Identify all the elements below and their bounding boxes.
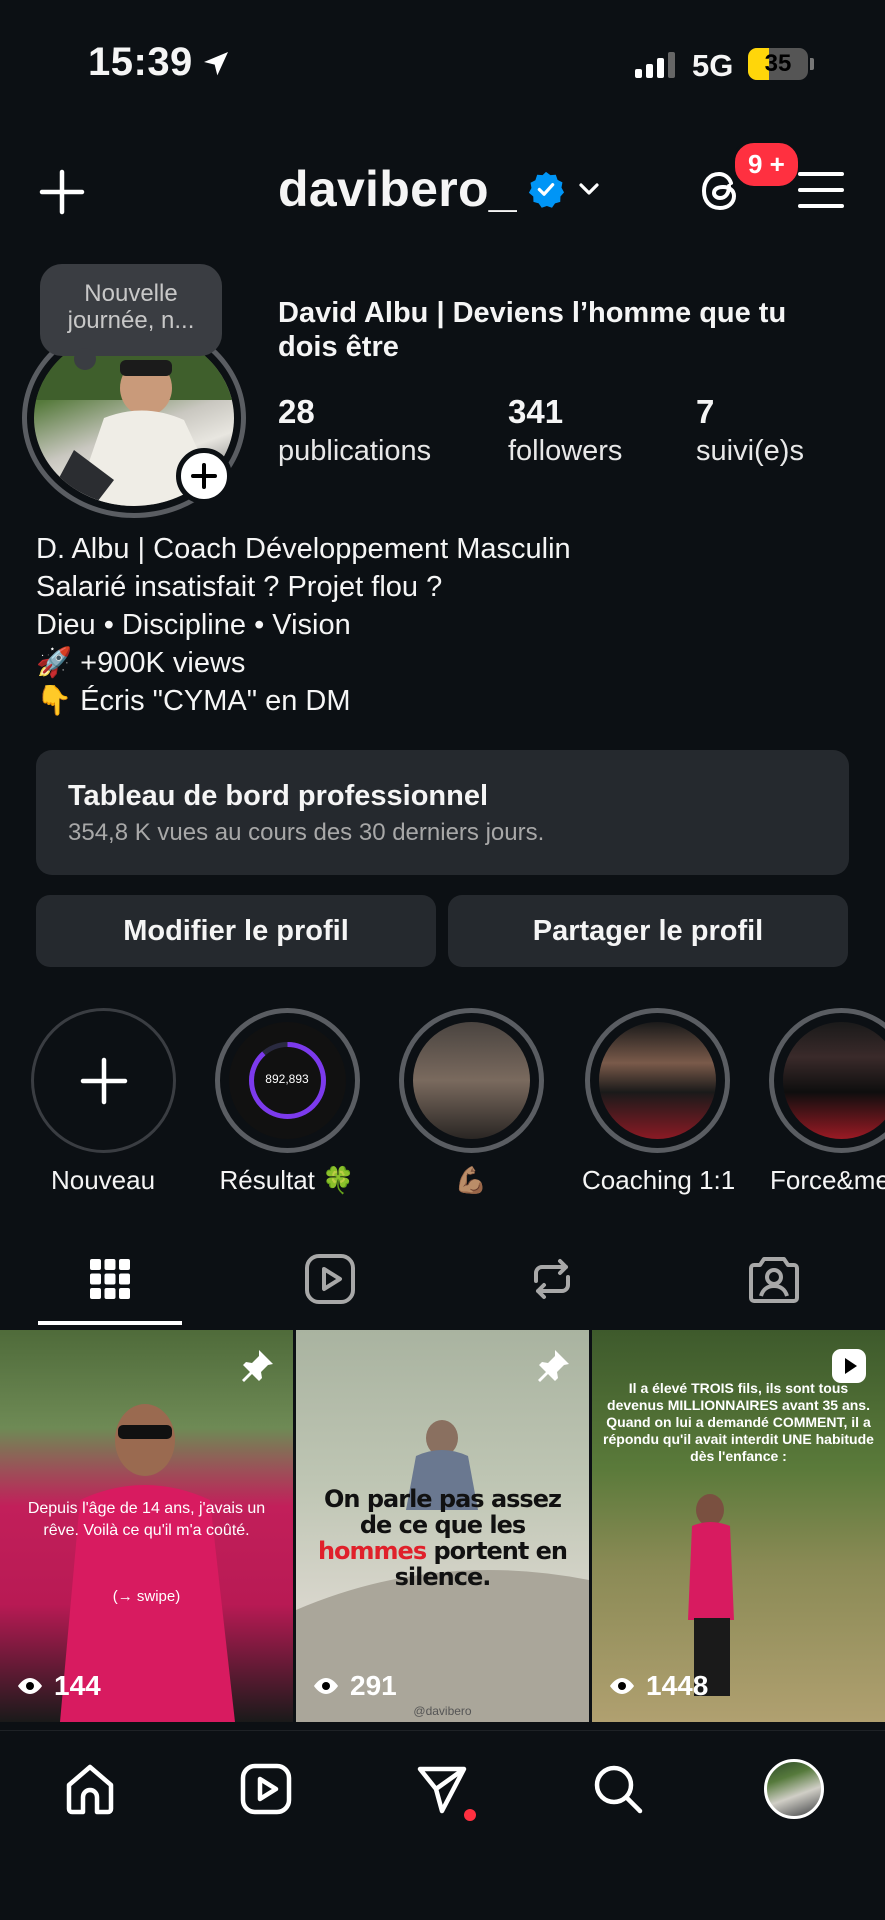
caption-highlight: hommes — [317, 1537, 427, 1565]
highlight-circle — [768, 1008, 885, 1153]
bio-line: 👇 Écris "CYMA" en DM — [36, 685, 351, 717]
views-eye-icon — [18, 1678, 42, 1694]
post-caption: On parle pas assez de ce que les hommes … — [306, 1486, 579, 1590]
highlight-cover — [782, 1022, 885, 1139]
home-icon[interactable] — [62, 1761, 118, 1817]
battery-level: 35 — [764, 50, 792, 77]
highlight-label: Résultat 🍀 — [219, 1165, 355, 1195]
plus-icon — [80, 1057, 127, 1105]
add-story-button[interactable] — [176, 448, 232, 504]
post-views: 291 — [312, 1670, 397, 1702]
caption-part: On parle pas assez de ce que les — [324, 1485, 562, 1539]
bio-line: 🚀 +900K views — [36, 647, 246, 679]
grid-tab-icon[interactable] — [82, 1251, 138, 1307]
dashboard-subtitle: 354,8 K vues au cours des 30 derniers jo… — [68, 819, 545, 846]
reposts-tab-icon[interactable] — [524, 1251, 580, 1307]
plus-icon — [191, 463, 217, 489]
highlight-label: Coaching 1:1 — [582, 1165, 736, 1195]
bio-line: D. Albu | Coach Développement Masculin — [36, 533, 571, 565]
highlight-circle — [398, 1008, 544, 1153]
stat-followers[interactable]: 341 followers — [508, 393, 622, 468]
post-caption-sub: (→ swipe) — [112, 1588, 181, 1605]
battery-icon: 35 — [748, 48, 808, 80]
profile-header: davibero_ 9 + — [0, 140, 885, 240]
network-type: 5G — [692, 48, 734, 83]
views-count: 144 — [54, 1670, 101, 1701]
notification-badge: 9 + — [732, 140, 801, 189]
status-time: 15:39 — [88, 40, 193, 84]
stat-label: suivi(e)s — [696, 435, 804, 467]
stat-value: 28 — [278, 393, 315, 430]
direct-messages-icon[interactable] — [414, 1761, 470, 1817]
pin-icon — [538, 1350, 569, 1382]
post-watermark: @davibero — [413, 1704, 472, 1718]
highlight-coaching[interactable]: Coaching 1:1 — [582, 1008, 736, 1196]
bio-line: Dieu • Discipline • Vision — [36, 609, 351, 641]
stat-label: followers — [508, 435, 623, 467]
post-caption: Depuis l'âge de 14 ans, j'avais un rêve.… — [27, 1500, 266, 1539]
location-arrow-icon — [204, 52, 228, 76]
highlight-cover: 892,893 — [228, 1022, 346, 1139]
highlight-resultat[interactable]: 892,893 Résultat 🍀 — [212, 1008, 362, 1196]
stat-publications[interactable]: 28 publications — [278, 393, 431, 468]
bottom-navigation — [0, 1730, 885, 1920]
views-eye-icon — [610, 1678, 634, 1694]
profile-stats: 28 publications 341 followers 7 suivi(e)… — [278, 393, 868, 473]
highlight-circle: 892,893 — [214, 1008, 360, 1153]
pin-icon — [242, 1350, 273, 1382]
highlight-cover — [598, 1022, 716, 1139]
post-tile[interactable]: Il a élevé TROIS fils, ils sont tous dev… — [592, 1330, 885, 1722]
post-caption: Il a élevé TROIS fils, ils sont tous dev… — [603, 1380, 874, 1464]
post-views: 144 — [16, 1670, 101, 1702]
post-tile[interactable]: Depuis l'âge de 14 ans, j'avais un rêve.… — [0, 1330, 293, 1722]
active-tab-indicator — [38, 1321, 182, 1325]
highlight-label: Nouveau — [50, 1165, 156, 1195]
post-views: 1448 — [608, 1670, 708, 1702]
highlight-circle — [30, 1008, 176, 1153]
profile-note[interactable]: Nouvelle journée, n... — [40, 264, 222, 370]
create-plus-icon[interactable] — [38, 168, 86, 216]
tagged-tab-icon[interactable] — [746, 1251, 802, 1307]
dashboard-title: Tableau de bord professionnel — [68, 780, 489, 812]
reels-icon[interactable] — [238, 1761, 294, 1817]
verified-badge-icon — [528, 171, 564, 208]
highlight-muscle[interactable]: 💪🏽 — [396, 1008, 546, 1196]
stat-value: 341 — [508, 393, 564, 430]
profile-full-name: David Albu | Deviens l’homme que tu dois… — [278, 297, 787, 363]
views-count: 1448 — [646, 1670, 709, 1701]
highlight-cover-text: 892,893 — [265, 1072, 309, 1086]
highlight-label: Force&men — [770, 1165, 885, 1195]
highlight-cover — [412, 1022, 530, 1139]
status-bar: 15:39 5G 35 — [0, 0, 885, 130]
reels-tab-icon[interactable] — [302, 1251, 358, 1307]
stat-following[interactable]: 7 suivi(e)s — [696, 393, 804, 468]
highlight-force[interactable]: Force&men — [766, 1008, 885, 1196]
profile-bio: D. Albu | Coach Développement Masculin S… — [36, 530, 856, 720]
stat-value: 7 — [696, 393, 715, 430]
unread-dot — [464, 1809, 476, 1821]
battery-cap — [810, 58, 814, 70]
post-tile[interactable]: On parle pas assez de ce que les hommes … — [296, 1330, 589, 1722]
profile-avatar-nav[interactable] — [764, 1759, 824, 1819]
chevron-down-icon — [579, 183, 599, 195]
bio-line: Salarié insatisfait ? Projet flou ? — [36, 571, 443, 603]
highlight-new[interactable]: Nouveau — [28, 1008, 178, 1196]
views-count: 291 — [350, 1670, 397, 1701]
edit-profile-button[interactable]: Modifier le profil — [36, 895, 436, 967]
username: davibero_ — [278, 161, 517, 217]
share-profile-button[interactable]: Partager le profil — [448, 895, 848, 967]
signal-icon — [635, 50, 675, 78]
profile-tabs — [0, 1245, 885, 1325]
hamburger-menu-icon[interactable] — [798, 170, 844, 210]
posts-grid: Depuis l'âge de 14 ans, j'avais un rêve.… — [0, 1330, 885, 1728]
professional-dashboard[interactable]: Tableau de bord professionnel 354,8 K vu… — [36, 750, 849, 875]
search-icon[interactable] — [590, 1761, 646, 1817]
highlight-circle — [584, 1008, 730, 1153]
views-eye-icon — [314, 1678, 338, 1694]
account-switcher[interactable]: davibero_ — [278, 160, 603, 218]
stat-label: publications — [278, 435, 432, 467]
highlight-label: 💪🏽 — [454, 1165, 488, 1195]
